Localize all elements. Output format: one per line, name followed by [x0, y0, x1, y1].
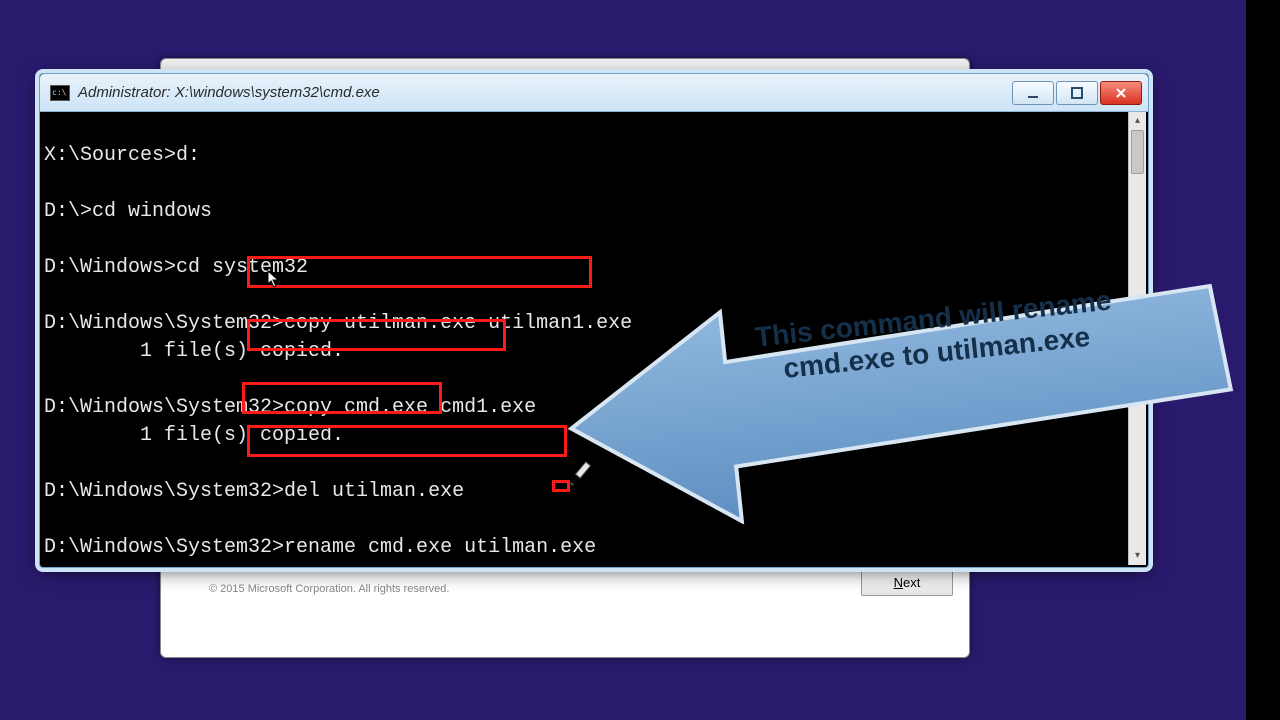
window-controls [1012, 81, 1142, 105]
terminal-line [42, 508, 44, 531]
next-button[interactable]: Next [861, 570, 953, 596]
terminal-line [42, 172, 44, 195]
terminal-line [42, 452, 44, 475]
maximize-icon [1071, 87, 1083, 99]
scroll-down-arrow-icon[interactable]: ▾ [1129, 547, 1146, 565]
terminal-line: D:\Windows\System32>copy utilman.exe uti… [42, 312, 632, 335]
setup-dialog-footer: © 2015 Microsoft Corporation. All rights… [161, 567, 969, 657]
terminal-line [42, 368, 44, 391]
terminal-line: D:\Windows\System32>rename cmd.exe utilm… [42, 536, 596, 559]
terminal-line [42, 228, 44, 251]
terminal-line: D:\Windows>cd system32 [42, 256, 308, 279]
window-title: Administrator: X:\windows\system32\cmd.e… [78, 84, 1012, 101]
close-icon [1115, 87, 1127, 99]
terminal-line: 1 file(s) copied. [42, 424, 344, 447]
cmd-window: Administrator: X:\windows\system32\cmd.e… [39, 73, 1149, 568]
terminal-line: X:\Sources>d: [42, 144, 200, 167]
minimize-icon [1027, 87, 1039, 99]
terminal-line: D:\Windows\System32>del utilman.exe [42, 480, 464, 503]
scroll-up-arrow-icon[interactable]: ▴ [1129, 112, 1146, 130]
terminal-output[interactable]: X:\Sources>d: D:\>cd windows D:\Windows>… [42, 112, 1130, 565]
minimize-button[interactable] [1012, 81, 1054, 105]
terminal-line [42, 284, 44, 307]
next-button-label: ext [903, 575, 920, 590]
vertical-scrollbar[interactable]: ▴ ▾ [1128, 112, 1146, 565]
terminal-line [42, 564, 44, 565]
titlebar[interactable]: Administrator: X:\windows\system32\cmd.e… [40, 74, 1148, 112]
terminal-line: D:\Windows\System32>copy cmd.exe cmd1.ex… [42, 396, 536, 419]
terminal-line: 1 file(s) copied. [42, 340, 344, 363]
close-button[interactable] [1100, 81, 1142, 105]
scrollbar-thumb[interactable] [1131, 130, 1144, 174]
letterbox [1246, 0, 1280, 720]
cmd-icon [50, 85, 70, 101]
terminal-line: D:\>cd windows [42, 200, 212, 223]
maximize-button[interactable] [1056, 81, 1098, 105]
copyright-text: © 2015 Microsoft Corporation. All rights… [209, 583, 449, 595]
